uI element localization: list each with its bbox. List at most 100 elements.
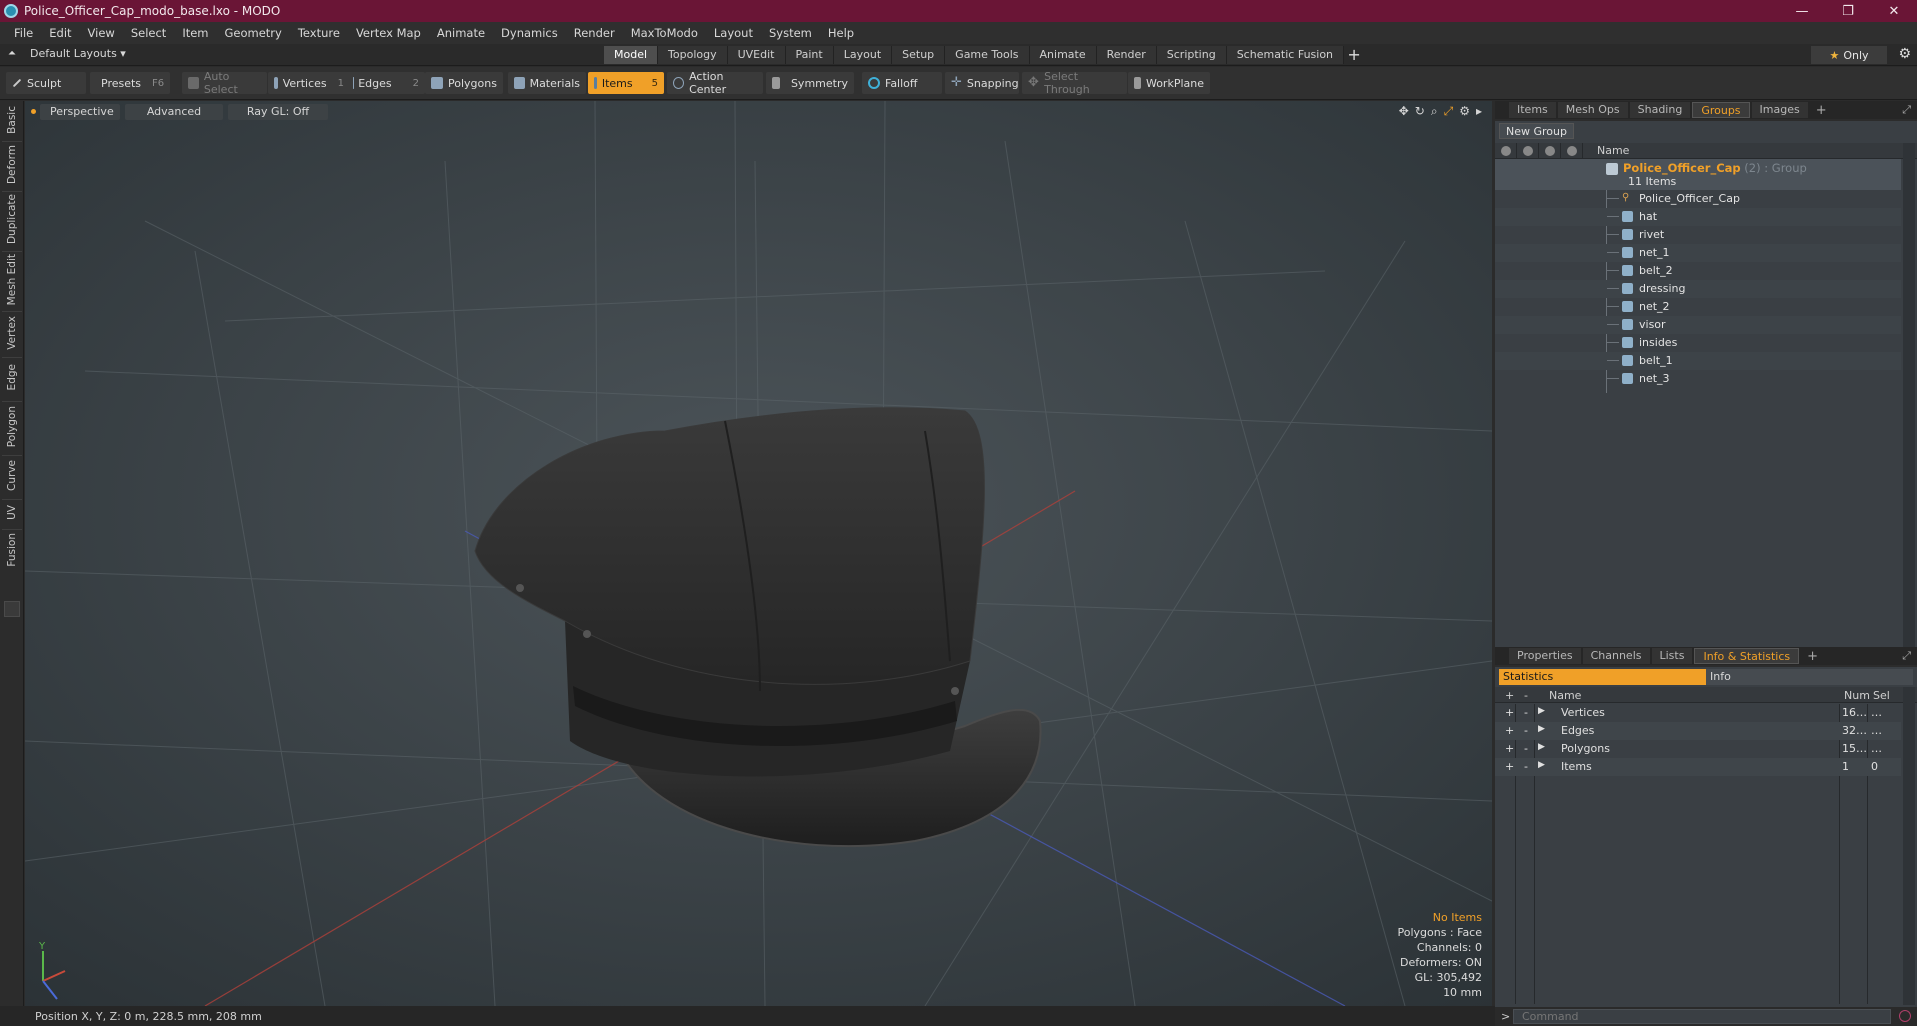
info-tab[interactable]: Info (1706, 669, 1913, 685)
add-bottom-tab-button[interactable]: + (1801, 649, 1824, 664)
statistics-tab[interactable]: Statistics (1499, 669, 1706, 685)
menu-item[interactable]: Item (174, 26, 216, 40)
edges-button[interactable]: Edges 2 (347, 72, 425, 94)
rotate-icon[interactable]: ↻ (1415, 104, 1425, 119)
row-plus[interactable]: + (1505, 724, 1514, 737)
tab-mesh-ops[interactable]: Mesh Ops (1557, 102, 1628, 118)
collapse-all-button[interactable]: - (1524, 689, 1528, 702)
expand-bottom-panel-icon[interactable]: ⤢ (1902, 649, 1911, 663)
minimize-button[interactable]: — (1779, 0, 1825, 22)
list-item[interactable]: dressing (1495, 280, 1901, 298)
tab-vertex[interactable]: Vertex (2, 311, 22, 353)
list-item[interactable]: belt_2 (1495, 262, 1901, 280)
view-mode-button[interactable]: Perspective (40, 104, 120, 120)
tab-model[interactable]: Model (604, 46, 659, 64)
polygons-button[interactable]: Polygons (425, 72, 503, 94)
stats-row-vertices[interactable]: + - ▶ Vertices 16…… (1495, 704, 1901, 722)
workplane-button[interactable]: WorkPlane (1128, 72, 1210, 94)
restore-button[interactable]: ❐ (1825, 0, 1871, 22)
select-through-button[interactable]: ✥ Select Through (1022, 70, 1127, 96)
materials-button[interactable]: Materials (508, 72, 586, 94)
zoom-icon[interactable]: ⌕ (1431, 104, 1438, 119)
symmetry-button[interactable]: Symmetry (766, 72, 854, 94)
group-row[interactable]: Police_Officer_Cap (2) : Group 11 Items (1495, 159, 1901, 190)
expand-panel-icon[interactable]: ⤢ (1902, 103, 1911, 117)
expand-arrow-icon[interactable]: ▶ (1538, 742, 1545, 752)
list-item[interactable]: rivet (1495, 226, 1901, 244)
row-plus[interactable]: + (1505, 760, 1514, 773)
list-item[interactable]: insides (1495, 334, 1901, 352)
tab-uv[interactable]: UV (2, 499, 22, 525)
row-minus[interactable]: - (1524, 706, 1528, 719)
tab-edge[interactable]: Edge (2, 357, 22, 397)
row-plus[interactable]: + (1505, 706, 1514, 719)
new-group-button[interactable]: New Group (1499, 123, 1574, 139)
stats-row-items[interactable]: + - ▶ Items 1 0 (1495, 758, 1901, 776)
tab-uvedit[interactable]: UVEdit (727, 46, 786, 64)
tab-deform[interactable]: Deform (2, 141, 22, 187)
items-button[interactable]: Items 5 (588, 72, 664, 94)
pan-icon[interactable]: ✥ (1399, 104, 1409, 119)
add-layout-tab-button[interactable]: + (1344, 46, 1364, 64)
tab-topology[interactable]: Topology (658, 46, 728, 64)
groups-scrollbar[interactable] (1903, 143, 1915, 655)
list-item[interactable]: net_1 (1495, 244, 1901, 262)
list-item[interactable]: belt_1 (1495, 352, 1901, 370)
command-input[interactable] (1513, 1009, 1891, 1024)
menu-edit[interactable]: Edit (41, 26, 79, 40)
close-button[interactable]: ✕ (1871, 0, 1917, 22)
tab-fusion[interactable]: Fusion (2, 529, 22, 569)
layouts-dropdown[interactable]: ⏶ Default Layouts ▾ (8, 47, 126, 60)
menu-help[interactable]: Help (820, 26, 862, 40)
tab-properties[interactable]: Properties (1509, 648, 1581, 664)
tab-setup[interactable]: Setup (892, 46, 946, 64)
menu-file[interactable]: File (6, 26, 41, 40)
expand-arrow-icon[interactable]: ▶ (1538, 760, 1545, 770)
fit-icon[interactable]: ⤢ (1444, 104, 1454, 119)
tab-game-tools[interactable]: Game Tools (945, 46, 1030, 64)
tab-lists[interactable]: Lists (1651, 648, 1693, 664)
list-item[interactable]: hat (1495, 208, 1901, 226)
expand-arrow-icon[interactable]: ▶ (1538, 706, 1545, 716)
action-center-button[interactable]: Action Center (667, 70, 763, 96)
auto-select-button[interactable]: Auto Select (182, 70, 267, 96)
vertices-button[interactable]: Vertices 1 (268, 72, 350, 94)
menu-render[interactable]: Render (566, 26, 623, 40)
row-minus[interactable]: - (1524, 742, 1528, 755)
list-item[interactable]: net_3 (1495, 370, 1901, 388)
tab-scripting[interactable]: Scripting (1156, 46, 1227, 64)
row-minus[interactable]: - (1524, 760, 1528, 773)
tab-groups[interactable]: Groups (1692, 102, 1750, 118)
shading-button[interactable]: Advanced (125, 104, 223, 120)
expand-toolbar-button[interactable] (4, 601, 20, 617)
tab-channels[interactable]: Channels (1582, 648, 1650, 664)
list-item[interactable]: ⚲ Police_Officer_Cap (1495, 190, 1901, 208)
stats-row-polygons[interactable]: + - ▶ Polygons 15…… (1495, 740, 1901, 758)
menu-geometry[interactable]: Geometry (217, 26, 290, 40)
menu-texture[interactable]: Texture (290, 26, 348, 40)
menu-layout[interactable]: Layout (706, 26, 761, 40)
tab-basic[interactable]: Basic (2, 103, 22, 137)
menu-system[interactable]: System (761, 26, 820, 40)
stats-row-edges[interactable]: + - ▶ Edges 32…… (1495, 722, 1901, 740)
tab-animate[interactable]: Animate (1029, 46, 1097, 64)
tab-shading[interactable]: Shading (1629, 102, 1691, 118)
expand-all-button[interactable]: + (1505, 689, 1514, 702)
list-item[interactable]: net_2 (1495, 298, 1901, 316)
expand-arrow-icon[interactable]: ▶ (1538, 724, 1545, 734)
presets-button[interactable]: Presets F6 (90, 72, 170, 94)
add-panel-tab-button[interactable]: + (1810, 103, 1833, 118)
falloff-button[interactable]: Falloff (862, 72, 942, 94)
tab-schematic-fusion[interactable]: Schematic Fusion (1226, 46, 1345, 64)
stats-scrollbar[interactable] (1903, 687, 1915, 1005)
menu-animate[interactable]: Animate (429, 26, 493, 40)
tab-info-statistics[interactable]: Info & Statistics (1694, 648, 1800, 664)
tab-paint[interactable]: Paint (785, 46, 834, 64)
tab-polygon[interactable]: Polygon (2, 401, 22, 451)
3d-viewport[interactable]: Y Perspective Advanced Ray GL: Off ✥ ↻ ⌕… (25, 101, 1492, 1006)
menu-maxtomodo[interactable]: MaxToModo (623, 26, 706, 40)
tab-render[interactable]: Render (1096, 46, 1157, 64)
row-minus[interactable]: - (1524, 724, 1528, 737)
tab-items[interactable]: Items (1509, 102, 1556, 118)
tab-duplicate[interactable]: Duplicate (2, 191, 22, 247)
